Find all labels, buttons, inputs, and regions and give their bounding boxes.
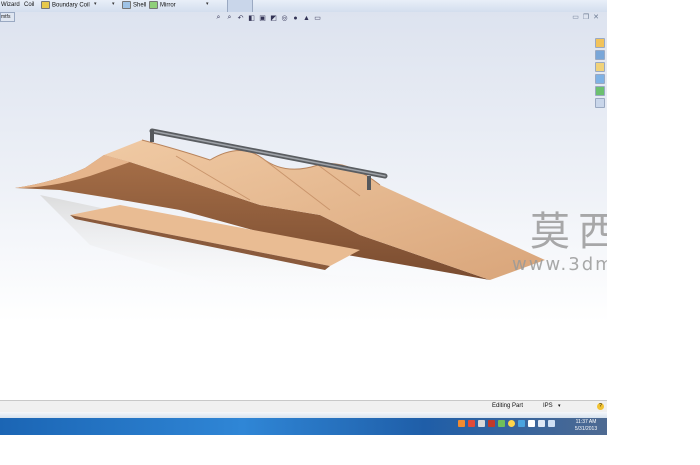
mirror-icon xyxy=(149,1,158,9)
ribbon-active-tab[interactable] xyxy=(227,0,253,12)
tray-network-icon[interactable] xyxy=(478,420,485,427)
watermark: 莫西网 www.3dmox.com xyxy=(512,209,607,275)
tray-ime-icon[interactable] xyxy=(508,420,515,427)
boundary-coil-label: Boundary Coil xyxy=(52,2,90,9)
tray-bluetooth-icon[interactable] xyxy=(518,420,525,427)
graphics-area[interactable]: mtfs ⌕ ⌕ ↶ ◧ ▣ ◩ ◎ ● ▲ ▭ ▭ ❐ ✕ 莫西 www.3d… xyxy=(0,12,607,400)
mirror-label: Mirror xyxy=(160,2,176,9)
tray-flag-icon[interactable] xyxy=(528,420,535,427)
shell-icon xyxy=(122,1,131,9)
clock-time: 11:37 AM xyxy=(575,419,597,425)
tray-alert-icon[interactable] xyxy=(488,420,495,427)
coil-label: Coil xyxy=(24,2,35,8)
boundary-dropdown-arrow[interactable]: ▾ xyxy=(94,1,97,7)
tray-update-icon[interactable] xyxy=(498,420,505,427)
boundary-coil-button[interactable]: Boundary Coil xyxy=(41,1,90,10)
tray-display-icon[interactable] xyxy=(538,420,545,427)
status-units[interactable]: IPS xyxy=(543,403,553,409)
rail-post-left xyxy=(150,130,154,142)
boundary-coil-icon xyxy=(41,1,50,9)
wizard-button[interactable]: Wizard xyxy=(1,1,20,10)
tray-volume-icon[interactable] xyxy=(548,420,555,427)
wizard-label: Wizard xyxy=(1,2,20,8)
shell-label: Shell xyxy=(133,2,147,9)
mirror-button[interactable]: Mirror xyxy=(149,1,176,10)
solidworks-window: Wizard Coil Boundary Coil ▾ ▾ Shell Mirr… xyxy=(0,0,607,435)
watermark-url: www.3dmox.com xyxy=(512,254,607,275)
system-tray xyxy=(458,420,555,427)
shell-button[interactable]: Shell xyxy=(122,1,146,10)
status-mode: Editing Part xyxy=(492,403,524,409)
taskbar-clock[interactable]: 11:37 AM 5/31/2013 xyxy=(566,419,606,433)
tray-security-icon[interactable] xyxy=(468,420,475,427)
skate-ramp-model[interactable] xyxy=(0,12,607,400)
rail-post xyxy=(367,176,371,190)
tray-app-icon[interactable] xyxy=(458,420,465,427)
mirror-dropdown-arrow[interactable]: ▾ xyxy=(206,1,209,7)
units-dropdown-arrow[interactable]: ▾ xyxy=(558,403,561,409)
clock-date: 5/31/2013 xyxy=(574,426,598,432)
help-icon[interactable]: ? xyxy=(597,403,604,410)
watermark-chinese: 莫西网 xyxy=(530,209,607,255)
coil-button[interactable]: Coil xyxy=(24,1,34,10)
extra-dropdown-arrow[interactable]: ▾ xyxy=(112,1,115,7)
